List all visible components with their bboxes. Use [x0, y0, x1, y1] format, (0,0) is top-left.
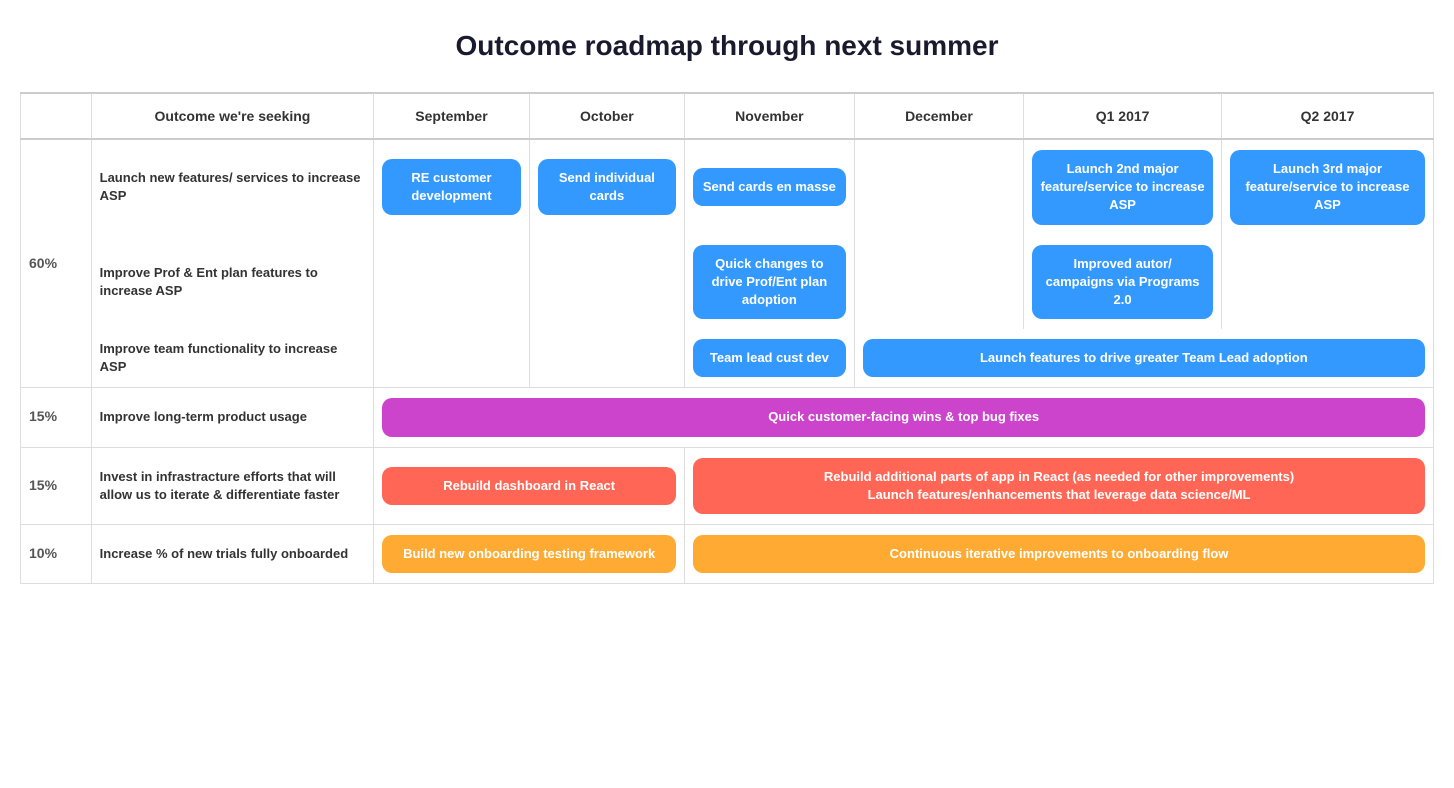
card-launch-2nd: Launch 2nd major feature/service to incr…: [1032, 150, 1213, 225]
outcome-60-3: Improve team functionality to increase A…: [91, 329, 374, 388]
table-row: 15% Invest in infrastracture efforts tha…: [21, 447, 1434, 524]
cell-60-3-oct: [529, 329, 684, 388]
card-continuous-improvements: Continuous iterative improvements to onb…: [693, 535, 1425, 573]
table-row: Improve team functionality to increase A…: [21, 329, 1434, 388]
table-row: Improve Prof & Ent plan features to incr…: [21, 235, 1434, 330]
header-sep: September: [374, 93, 529, 139]
card-improved-autor: Improved autor/ campaigns via Programs 2…: [1032, 245, 1213, 320]
card-rebuild-additional: Rebuild additional parts of app in React…: [693, 458, 1425, 514]
card-quick-changes: Quick changes to drive Prof/Ent plan ado…: [693, 245, 846, 320]
cell-60-2-q2: [1222, 235, 1434, 330]
outcome-10: Increase % of new trials fully onboarded: [91, 524, 374, 583]
cell-60-1-q2: Launch 3rd major feature/service to incr…: [1222, 139, 1434, 235]
cell-60-1-dec: [854, 139, 1024, 235]
table-header: Outcome we're seeking September October …: [21, 93, 1434, 139]
cell-60-1-sep: RE customer development: [374, 139, 529, 235]
cell-60-2-nov: Quick changes to drive Prof/Ent plan ado…: [685, 235, 855, 330]
cell-10-sep-oct: Build new onboarding testing framework: [374, 524, 685, 583]
pct-15-usage: 15%: [21, 388, 92, 447]
table-row: 10% Increase % of new trials fully onboa…: [21, 524, 1434, 583]
outcome-60-2: Improve Prof & Ent plan features to incr…: [91, 235, 374, 330]
cell-60-1-oct: Send individual cards: [529, 139, 684, 235]
header-outcome: Outcome we're seeking: [91, 93, 374, 139]
cell-15-infra-nov-q2: Rebuild additional parts of app in React…: [685, 447, 1434, 524]
cell-60-3-dec-q1: Launch features to drive greater Team Le…: [854, 329, 1433, 388]
cell-60-3-sep: [374, 329, 529, 388]
card-launch-features-team: Launch features to drive greater Team Le…: [863, 339, 1425, 377]
cell-10-nov-q2: Continuous iterative improvements to onb…: [685, 524, 1434, 583]
card-rebuild-dashboard: Rebuild dashboard in React: [382, 467, 676, 505]
pct-15-infra: 15%: [21, 447, 92, 524]
header-pct: [21, 93, 92, 139]
cell-15-usage-span: Quick customer-facing wins & top bug fix…: [374, 388, 1434, 447]
cell-60-2-sep: [374, 235, 529, 330]
card-send-en-masse: Send cards en masse: [693, 168, 846, 206]
table-row: 60% Launch new features/ services to inc…: [21, 139, 1434, 235]
cell-60-1-nov: Send cards en masse: [685, 139, 855, 235]
page-title: Outcome roadmap through next summer: [20, 20, 1434, 62]
cell-60-3-nov: Team lead cust dev: [685, 329, 855, 388]
pct-10: 10%: [21, 524, 92, 583]
card-team-lead: Team lead cust dev: [693, 339, 846, 377]
cell-60-2-dec: [854, 235, 1024, 330]
outcome-15-usage: Improve long-term product usage: [91, 388, 374, 447]
header-q1: Q1 2017: [1024, 93, 1222, 139]
outcome-60-1: Launch new features/ services to increas…: [91, 139, 374, 235]
table-row: 15% Improve long-term product usage Quic…: [21, 388, 1434, 447]
cell-15-infra-sep-oct: Rebuild dashboard in React: [374, 447, 685, 524]
cell-60-2-oct: [529, 235, 684, 330]
header-q2: Q2 2017: [1222, 93, 1434, 139]
card-quick-wins: Quick customer-facing wins & top bug fix…: [382, 398, 1425, 436]
header-nov: November: [685, 93, 855, 139]
header-oct: October: [529, 93, 684, 139]
pct-60: 60%: [21, 139, 92, 388]
cell-60-2-q1: Improved autor/ campaigns via Programs 2…: [1024, 235, 1222, 330]
outcome-15-infra: Invest in infrastracture efforts that wi…: [91, 447, 374, 524]
card-re-customer: RE customer development: [382, 159, 520, 215]
header-dec: December: [854, 93, 1024, 139]
card-launch-3rd: Launch 3rd major feature/service to incr…: [1230, 150, 1425, 225]
cell-60-1-q1: Launch 2nd major feature/service to incr…: [1024, 139, 1222, 235]
card-build-onboarding: Build new onboarding testing framework: [382, 535, 676, 573]
card-send-individual: Send individual cards: [538, 159, 676, 215]
